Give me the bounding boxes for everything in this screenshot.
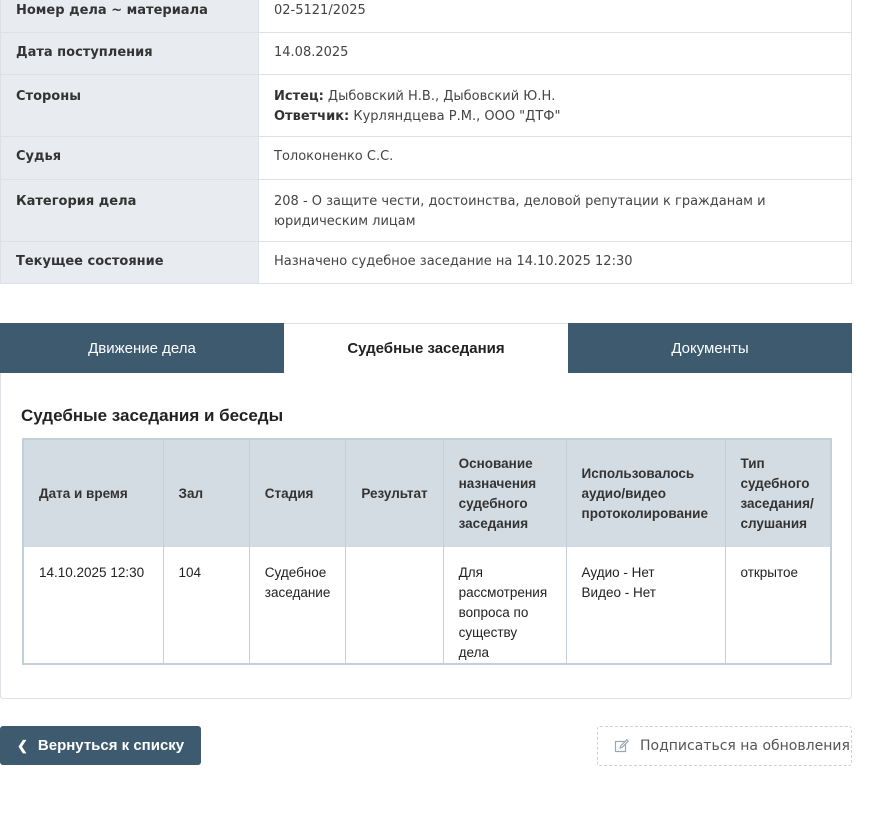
edit-icon [614,738,630,754]
hearings-header-row: Дата и время Зал Стадия Результат Основа… [23,439,831,547]
col-header-result: Результат [345,439,444,547]
judge-label: Судья [0,136,259,180]
received-date-row: Дата поступления 14.08.2025 [0,32,852,75]
chevron-left-icon: ❮ [17,737,28,753]
defendant-line: Ответчик: Курляндцева Р.М., ООО "ДТФ" [274,107,821,127]
col-header-av-recording: Использовалось аудио/видео протоколирова… [566,439,726,547]
tab-court-hearings[interactable]: Судебные заседания [284,323,568,373]
case-number-value: 02-5121/2025 [258,0,852,33]
tab-bar: Движение дела Судебные заседания Докумен… [0,323,852,373]
col-header-hearing-type: Тип судебного заседания/ слушания [725,439,831,547]
defendant-role: Ответчик: [274,109,350,124]
col-header-reason: Основание назначения судебного заседания [443,439,567,547]
status-value: Назначено судебное заседание на 14.10.20… [258,241,852,284]
plaintiff-names: Дыбовский Н.В., Дыбовский Ю.Н. [323,89,556,104]
hearing-av-recording: Аудио - Нет Видео - Нет [566,547,726,664]
hearing-result [345,547,444,664]
judge-value: Толоконенко С.С. [258,136,852,180]
table-row: 14.10.2025 12:30 104 Судебное заседание … [23,547,831,664]
hearing-stage: Судебное заседание [249,547,347,664]
col-header-stage: Стадия [249,439,347,547]
hearing-reason: Для рассмотрения вопроса по существу дел… [443,547,567,664]
subscribe-updates-label: Подписаться на обновления [640,738,850,754]
case-number-row: Номер дела ~ материала 02-5121/2025 [0,0,852,33]
category-row: Категория дела 208 - О защите чести, дос… [0,179,852,242]
parties-label: Стороны [0,74,259,137]
tabs-panel: Движение дела Судебные заседания Докумен… [0,323,852,699]
defendant-names: Курляндцева Р.М., ООО "ДТФ" [349,109,561,124]
hearing-type: открытое [725,547,831,664]
subscribe-updates-button[interactable]: Подписаться на обновления [597,726,852,766]
category-value: 208 - О защите чести, достоинства, делов… [258,179,852,242]
case-number-label: Номер дела ~ материала [0,0,259,33]
case-info-table: Номер дела ~ материала 02-5121/2025 Дата… [0,0,852,284]
col-header-datetime: Дата и время [23,439,164,547]
hearing-datetime: 14.10.2025 12:30 [23,547,164,664]
plaintiff-line: Истец: Дыбовский Н.В., Дыбовский Ю.Н. [274,87,821,107]
hearing-av-video: Видео - Нет [581,585,656,600]
col-header-room: Зал [163,439,250,547]
hearing-room: 104 [163,547,250,664]
status-label: Текущее состояние [0,241,259,284]
parties-value: Истец: Дыбовский Н.В., Дыбовский Ю.Н. От… [258,74,852,137]
hearings-section-title: Судебные заседания и беседы [21,406,284,425]
hearings-table: Дата и время Зал Стадия Результат Основа… [22,438,832,665]
back-to-list-label: Вернуться к списку [37,737,185,754]
plaintiff-role: Истец: [274,89,324,104]
tab-case-movement[interactable]: Движение дела [0,323,284,373]
hearing-av-audio: Аудио - Нет [581,565,655,580]
received-date-label: Дата поступления [0,32,259,75]
back-to-list-button[interactable]: ❮ Вернуться к списку [0,726,201,765]
status-row: Текущее состояние Назначено судебное зас… [0,241,852,284]
received-date-value: 14.08.2025 [258,32,852,75]
parties-row: Стороны Истец: Дыбовский Н.В., Дыбовский… [0,74,852,137]
judge-row: Судья Толоконенко С.С. [0,136,852,180]
category-label: Категория дела [0,179,259,242]
tab-documents[interactable]: Документы [568,323,852,373]
